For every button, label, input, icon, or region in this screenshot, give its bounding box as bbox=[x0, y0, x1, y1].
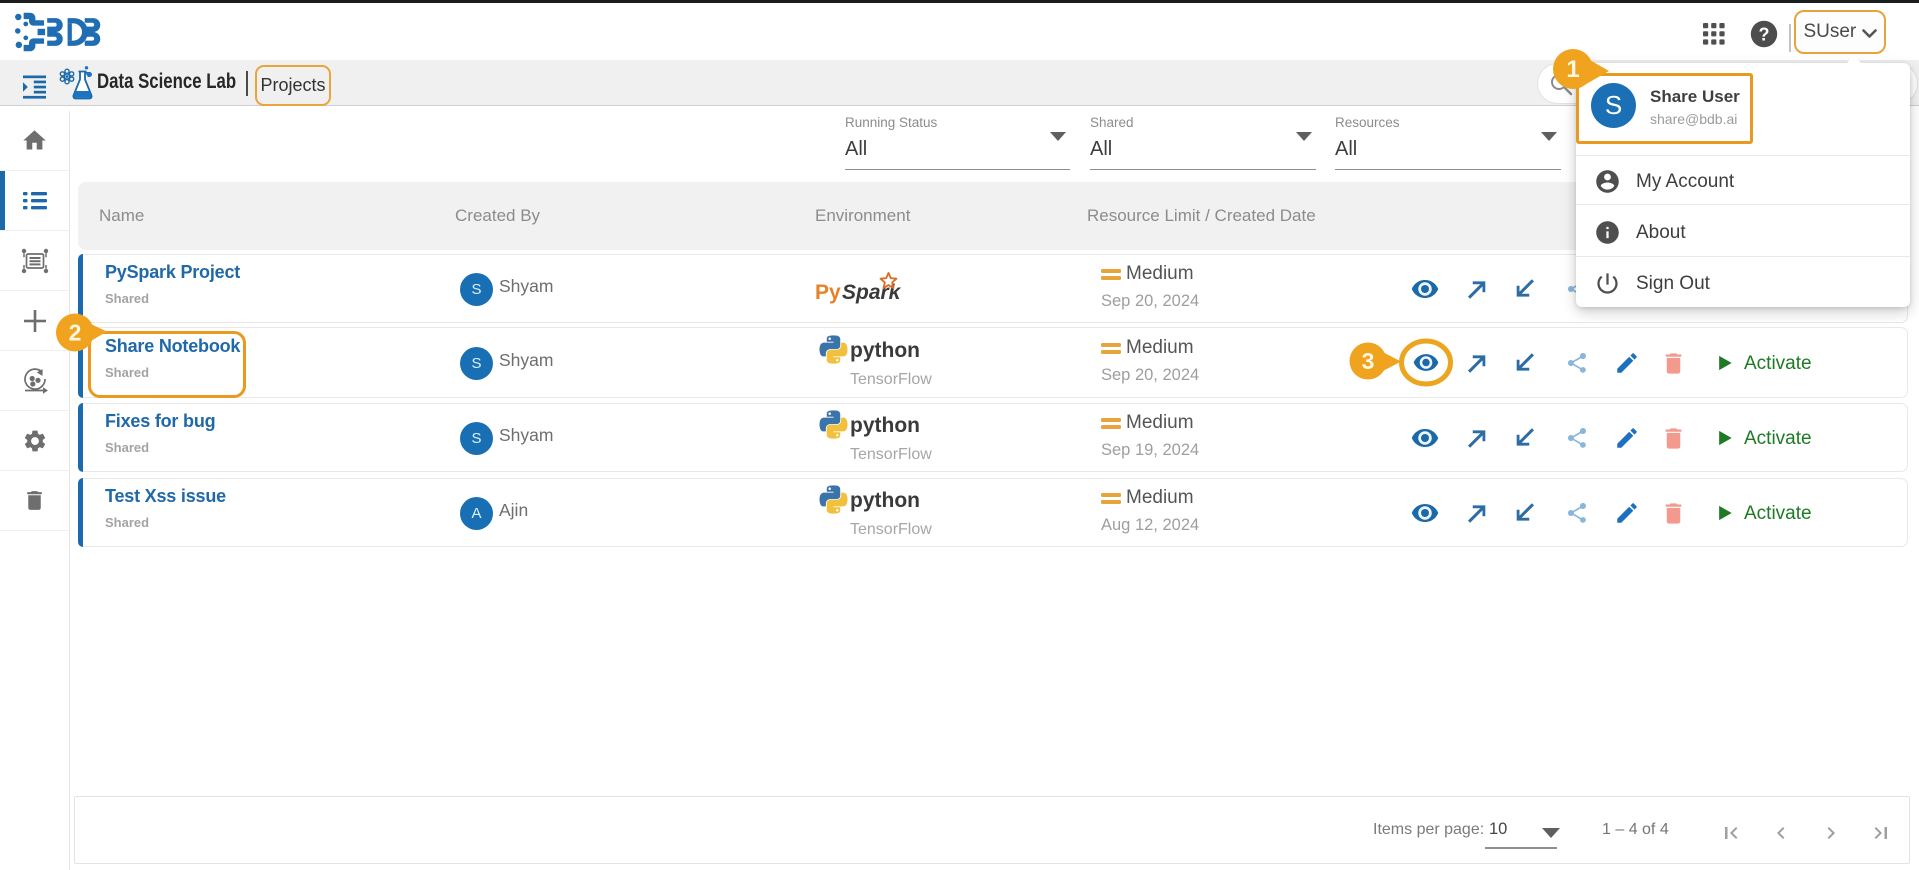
svg-text:2: 2 bbox=[69, 320, 82, 346]
svg-text:3: 3 bbox=[1362, 348, 1375, 374]
svg-text:?: ? bbox=[1759, 25, 1770, 45]
svg-text:1: 1 bbox=[1566, 56, 1579, 83]
